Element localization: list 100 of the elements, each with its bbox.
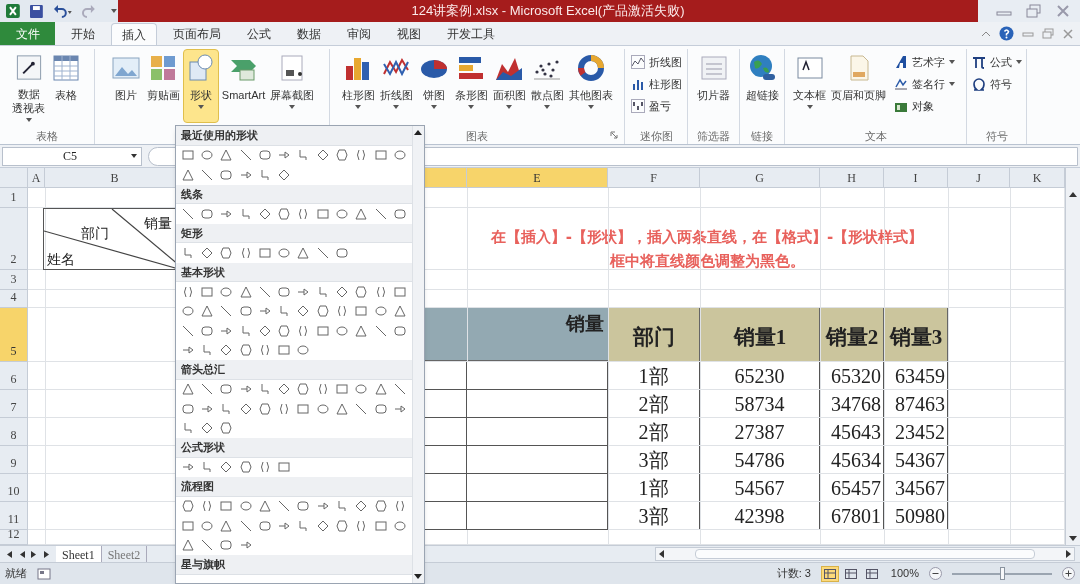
scroll-up-icon[interactable] — [414, 130, 423, 135]
shape-icon[interactable] — [238, 343, 253, 358]
name-box[interactable]: C5 — [2, 146, 142, 166]
shape-icon[interactable] — [180, 401, 195, 416]
shape-icon[interactable] — [257, 499, 272, 514]
row-header[interactable]: 9 — [0, 446, 28, 474]
shape-icon[interactable] — [219, 245, 234, 260]
row-header[interactable]: 2 — [0, 208, 28, 270]
ribbon-button[interactable]: 屏幕截图 — [268, 49, 317, 123]
shape-icon[interactable] — [219, 304, 234, 319]
shape-icon[interactable] — [257, 518, 272, 533]
shape-icon[interactable] — [277, 323, 292, 338]
shape-icon[interactable] — [354, 401, 369, 416]
shape-icon[interactable] — [199, 167, 214, 182]
ribbon-button[interactable]: 页眉和页脚 — [829, 49, 888, 123]
ribbon-button[interactable]: 文本框 — [791, 49, 828, 123]
help-icon[interactable] — [999, 26, 1014, 41]
row-header[interactable]: 8 — [0, 418, 28, 446]
shape-icon[interactable] — [180, 206, 195, 221]
undo-icon[interactable] — [52, 4, 73, 18]
shape-icon[interactable] — [199, 538, 214, 553]
ribbon-tab[interactable]: 数据 — [287, 23, 331, 45]
shape-icon[interactable] — [238, 460, 253, 475]
shape-icon[interactable] — [315, 148, 330, 163]
column-header[interactable]: J — [948, 168, 1010, 188]
ribbon-button[interactable]: 公式 — [969, 53, 1024, 71]
shape-icon[interactable] — [335, 518, 349, 533]
sheet-tab[interactable]: Sheet1 — [56, 546, 102, 562]
customize-caret-icon[interactable] — [110, 7, 118, 15]
ribbon-button[interactable]: 散点图 — [528, 49, 566, 123]
shape-icon[interactable] — [335, 206, 349, 221]
row-header[interactable]: 1 — [0, 188, 28, 208]
column-header[interactable]: E — [467, 168, 608, 188]
shape-icon[interactable] — [392, 382, 407, 397]
horizontal-scrollbar[interactable] — [655, 547, 1075, 561]
ribbon-button[interactable]: 切片器 — [695, 49, 732, 123]
shape-icon[interactable] — [257, 401, 272, 416]
shape-icon[interactable] — [180, 323, 195, 338]
shape-icon[interactable] — [257, 284, 272, 299]
ribbon-tab[interactable]: 开始 — [61, 23, 105, 45]
ribbon-tab[interactable]: 审阅 — [337, 23, 381, 45]
ribbon-button[interactable]: 柱形图 — [628, 75, 684, 93]
row-header[interactable]: 6 — [0, 362, 28, 390]
ribbon-tab[interactable]: 视图 — [387, 23, 431, 45]
shape-icon[interactable] — [180, 167, 195, 182]
ribbon-button[interactable]: 数据 透视表 — [10, 49, 47, 123]
shape-icon[interactable] — [373, 499, 388, 514]
shape-icon[interactable] — [335, 323, 349, 338]
view-button[interactable] — [820, 565, 839, 582]
shape-icon[interactable] — [373, 304, 388, 319]
zoom-thumb[interactable] — [999, 567, 1005, 580]
ribbon-tab[interactable]: 插入 — [111, 23, 157, 45]
shape-icon[interactable] — [392, 323, 407, 338]
ribbon-button[interactable]: 表格 — [48, 49, 84, 123]
scroll-up-icon[interactable] — [1069, 192, 1077, 197]
shape-icon[interactable] — [219, 343, 234, 358]
row-header[interactable]: 11 — [0, 502, 28, 530]
shape-icon[interactable] — [335, 284, 349, 299]
shape-icon[interactable] — [335, 304, 349, 319]
ribbon-button[interactable]: 饼图 — [415, 49, 452, 123]
shape-icon[interactable] — [238, 304, 253, 319]
gallery-scrollbar[interactable] — [411, 126, 424, 583]
shape-icon[interactable] — [373, 323, 388, 338]
shape-icon[interactable] — [277, 499, 292, 514]
shape-icon[interactable] — [219, 460, 234, 475]
shape-icon[interactable] — [180, 304, 195, 319]
dialog-launcher-icon[interactable] — [610, 131, 618, 139]
ribbon-button[interactable]: 对象 — [892, 97, 957, 115]
column-header[interactable]: F — [608, 168, 700, 188]
zoom-out-icon[interactable] — [929, 567, 942, 580]
shape-icon[interactable] — [277, 167, 292, 182]
shape-icon[interactable] — [354, 499, 369, 514]
shape-icon[interactable] — [238, 499, 253, 514]
shape-icon[interactable] — [392, 518, 407, 533]
shape-icon[interactable] — [238, 518, 253, 533]
column-header[interactable]: K — [1010, 168, 1065, 188]
shape-icon[interactable] — [219, 167, 234, 182]
shape-icon[interactable] — [199, 148, 214, 163]
ribbon-button[interactable]: 签名行 — [892, 75, 957, 93]
shape-icon[interactable] — [335, 401, 349, 416]
shape-icon[interactable] — [296, 343, 311, 358]
ribbon-button[interactable]: 折线图 — [628, 53, 684, 71]
shape-icon[interactable] — [257, 148, 272, 163]
shape-icon[interactable] — [219, 382, 234, 397]
shape-icon[interactable] — [219, 538, 234, 553]
column-header[interactable]: I — [884, 168, 948, 188]
shape-icon[interactable] — [219, 421, 234, 436]
shape-icon[interactable] — [199, 304, 214, 319]
shape-icon[interactable] — [392, 148, 407, 163]
shape-icon[interactable] — [180, 499, 195, 514]
ribbon-tab[interactable]: 页面布局 — [163, 23, 231, 45]
zoom-in-icon[interactable] — [1062, 567, 1075, 580]
shape-icon[interactable] — [335, 245, 349, 260]
restore-icon[interactable] — [1026, 4, 1042, 18]
shape-icon[interactable] — [354, 284, 369, 299]
ribbon-button[interactable]: 符号 — [969, 75, 1024, 93]
ribbon-tab[interactable]: 公式 — [237, 23, 281, 45]
shape-icon[interactable] — [315, 401, 330, 416]
shape-icon[interactable] — [277, 382, 292, 397]
shape-icon[interactable] — [257, 206, 272, 221]
